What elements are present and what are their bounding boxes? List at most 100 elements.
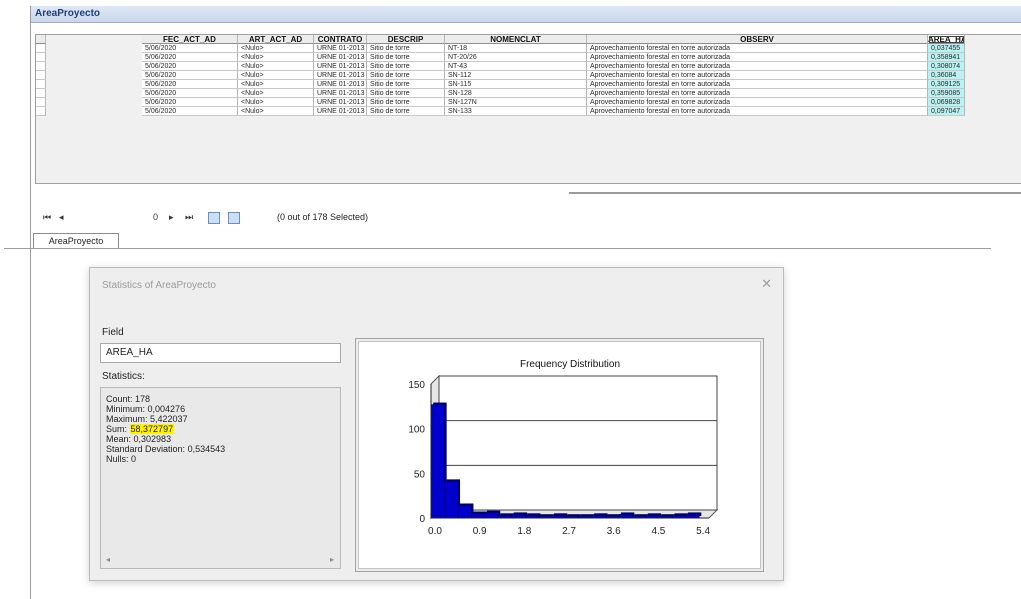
table-cell[interactable]: URNE 01-2013 (314, 44, 367, 53)
close-icon[interactable]: ✕ (761, 276, 772, 292)
record-number-field[interactable]: 0 (153, 212, 158, 222)
row-selector[interactable] (36, 62, 46, 71)
first-record-button[interactable]: ⏮ (43, 212, 51, 223)
row-selector[interactable] (36, 53, 46, 62)
table-cell[interactable]: 0,037455 (928, 44, 965, 53)
stat-label: Nulls: (106, 454, 129, 464)
row-selector[interactable] (36, 80, 46, 89)
table-row[interactable]: 5/06/2020 <Nulo> URNE 01-2013 Sitio de torr… (36, 71, 1021, 80)
table-cell[interactable]: URNE 01-2013 (314, 80, 367, 89)
table-cell[interactable]: SN-112 (445, 71, 587, 80)
y-tick-label: 150 (408, 380, 425, 391)
table-cell[interactable]: URNE 01-2013 (314, 89, 367, 98)
table-cell[interactable]: URNE 01-2013 (314, 62, 367, 71)
table-cell[interactable]: Aprovechamiento forestal en torre autori… (587, 98, 928, 107)
field-dropdown[interactable]: AREA_HA ⌄ (100, 343, 341, 363)
table-cell[interactable]: Sitio de torre (367, 44, 445, 53)
table-row[interactable]: 5/06/2020 <Nulo> URNE 01-2013 Sitio de torr… (36, 80, 1021, 89)
table-cell[interactable]: Aprovechamiento forestal en torre autori… (587, 44, 928, 53)
table-cell[interactable]: Sitio de torre (367, 107, 445, 116)
table-cell[interactable]: 5/06/2020 (142, 107, 238, 116)
table-cell[interactable]: Sitio de torre (367, 98, 445, 107)
table-cell[interactable]: Sitio de torre (367, 53, 445, 62)
table-cell[interactable]: 0,36084 (928, 71, 965, 80)
column-header-area-ha[interactable]: AREA_HA (928, 35, 965, 44)
tab-areaproyecto[interactable]: AreaProyecto (33, 233, 119, 249)
horizontal-scrollbar[interactable] (569, 192, 1021, 194)
table-cell[interactable]: 5/06/2020 (142, 80, 238, 89)
table-cell[interactable]: 5/06/2020 (142, 71, 238, 80)
row-selector[interactable] (36, 107, 46, 116)
table-cell[interactable]: <Nulo> (238, 89, 314, 98)
row-selector[interactable] (36, 44, 46, 53)
table-cell[interactable]: Aprovechamiento forestal en torre autori… (587, 89, 928, 98)
table-cell[interactable]: 0,097047 (928, 107, 965, 116)
x-tick-label: 0.0 (428, 526, 442, 537)
table-cell[interactable]: <Nulo> (238, 44, 314, 53)
table-cell[interactable]: SN-133 (445, 107, 587, 116)
table-row[interactable]: 5/06/2020 <Nulo> URNE 01-2013 Sitio de torr… (36, 98, 1021, 107)
column-header-contrato[interactable]: CONTRATO (314, 35, 367, 44)
table-cell[interactable]: <Nulo> (238, 53, 314, 62)
column-header-art-act-ad[interactable]: ART_ACT_AD (238, 35, 314, 44)
table-cell[interactable]: 5/06/2020 (142, 98, 238, 107)
table-cell[interactable]: <Nulo> (238, 80, 314, 89)
table-row[interactable]: 5/06/2020 <Nulo> URNE 01-2013 Sitio de torr… (36, 44, 1021, 53)
column-header-fec-act-ad[interactable]: FEC_ACT_AD (142, 35, 238, 44)
show-selected-records-icon[interactable] (228, 212, 240, 224)
table-cell[interactable]: 0,309125 (928, 80, 965, 89)
last-record-button[interactable]: ⏭ (185, 212, 193, 223)
table-cell[interactable]: Aprovechamiento forestal en torre autori… (587, 107, 928, 116)
x-tick-label: 2.7 (562, 526, 576, 537)
table-cell[interactable]: 0,308074 (928, 62, 965, 71)
table-cell[interactable]: URNE 01-2013 (314, 71, 367, 80)
table-cell[interactable]: URNE 01-2013 (314, 98, 367, 107)
table-row[interactable]: 5/06/2020 <Nulo> URNE 01-2013 Sitio de torr… (36, 89, 1021, 98)
table-row[interactable]: 5/06/2020 <Nulo> URNE 01-2013 Sitio de torr… (36, 107, 1021, 116)
table-row[interactable]: 5/06/2020 <Nulo> URNE 01-2013 Sitio de torr… (36, 62, 1021, 71)
table-cell[interactable]: <Nulo> (238, 107, 314, 116)
table-cell[interactable]: 0,359085 (928, 89, 965, 98)
table-cell[interactable]: NT-20/26 (445, 53, 587, 62)
show-all-records-icon[interactable] (208, 212, 220, 224)
column-header-nomenclat[interactable]: NOMENCLAT (445, 35, 587, 44)
table-cell[interactable]: 0,069828 (928, 98, 965, 107)
column-header-descrip[interactable]: DESCRIP (367, 35, 445, 44)
table-cell[interactable]: Sitio de torre (367, 80, 445, 89)
table-cell[interactable]: URNE 01-2013 (314, 53, 367, 62)
row-selector[interactable] (36, 71, 46, 80)
table-cell[interactable]: 5/06/2020 (142, 89, 238, 98)
table-cell[interactable]: Sitio de torre (367, 62, 445, 71)
table-cell[interactable]: Sitio de torre (367, 89, 445, 98)
table-cell[interactable]: 5/06/2020 (142, 53, 238, 62)
statistics-dialog: Statistics of AreaProyecto ✕ Field AREA_… (89, 267, 784, 581)
table-cell[interactable]: URNE 01-2013 (314, 107, 367, 116)
table-cell[interactable]: Aprovechamiento forestal en torre autori… (587, 62, 928, 71)
scroll-left-icon[interactable]: ◂ (106, 555, 110, 564)
table-cell[interactable]: <Nulo> (238, 71, 314, 80)
previous-record-button[interactable]: ◂ (59, 212, 64, 223)
table-cell[interactable]: SN-128 (445, 89, 587, 98)
table-cell[interactable]: Sitio de torre (367, 71, 445, 80)
next-record-button[interactable]: ▸ (169, 212, 174, 223)
table-cell[interactable]: 5/06/2020 (142, 62, 238, 71)
table-cell[interactable]: <Nulo> (238, 62, 314, 71)
table-cell[interactable]: NT-43 (445, 62, 587, 71)
table-cell[interactable]: SN-127N (445, 98, 587, 107)
stat-value: 0 (131, 454, 137, 464)
table-row[interactable]: 5/06/2020 <Nulo> URNE 01-2013 Sitio de torr… (36, 53, 1021, 62)
table-cell[interactable]: 0,358941 (928, 53, 965, 62)
column-header-observ[interactable]: OBSERV (587, 35, 928, 44)
window-title-bar[interactable]: AreaProyecto (31, 6, 1021, 23)
table-cell[interactable]: NT-18 (445, 44, 587, 53)
table-cell[interactable]: Aprovechamiento forestal en torre autori… (587, 80, 928, 89)
row-selector[interactable] (36, 98, 46, 107)
table-cell[interactable]: SN-115 (445, 80, 587, 89)
scroll-right-icon[interactable]: ▸ (330, 555, 334, 564)
table-cell[interactable]: 5/06/2020 (142, 44, 238, 53)
row-selector[interactable] (36, 89, 46, 98)
histogram-bar (484, 512, 499, 519)
table-cell[interactable]: Aprovechamiento forestal en torre autori… (587, 71, 928, 80)
table-cell[interactable]: Aprovechamiento forestal en torre autori… (587, 53, 928, 62)
table-cell[interactable]: <Nulo> (238, 98, 314, 107)
